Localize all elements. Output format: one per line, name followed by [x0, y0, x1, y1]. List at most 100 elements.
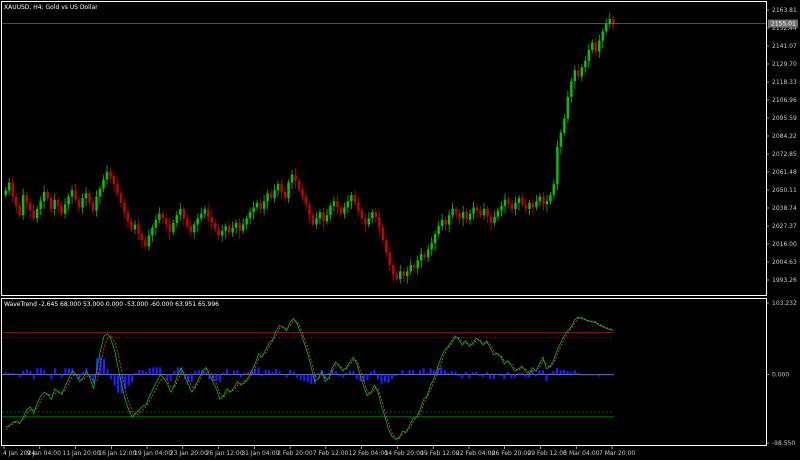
candle-body — [175, 215, 179, 224]
candle-body — [563, 118, 566, 133]
price-tick-label: 2027.37 — [772, 223, 797, 230]
candle-body — [46, 191, 49, 199]
candle-body — [472, 207, 475, 214]
candle-body — [552, 184, 556, 195]
candle-body — [186, 218, 189, 227]
candle-body — [8, 182, 11, 191]
candle-body — [332, 201, 336, 206]
price-tick-label: 1993.26 — [772, 277, 797, 284]
price-tick-label: 2106.96 — [772, 97, 797, 104]
candle-body — [608, 18, 611, 24]
candle-body — [126, 212, 130, 222]
candle-body — [77, 199, 81, 208]
time-tick-label: 23 Jan 20:00 — [170, 450, 208, 457]
candle-body — [451, 208, 454, 216]
price-tick-label: 2038.74 — [772, 205, 797, 212]
candle-body — [248, 212, 252, 219]
candle-body — [28, 202, 32, 211]
candle-body — [528, 202, 531, 209]
candle-body — [241, 224, 245, 231]
candle-body — [500, 205, 503, 211]
candle-body — [486, 208, 489, 217]
candle-body — [207, 208, 210, 217]
candle-body — [343, 207, 346, 214]
candle-body — [311, 215, 315, 225]
candle-body — [182, 208, 186, 219]
candle-body — [388, 252, 392, 266]
candle-body — [116, 184, 119, 194]
time-tick-label: 9 Jan 04:00 — [27, 450, 61, 457]
candle-body — [416, 260, 419, 269]
candle-body — [475, 207, 479, 211]
candle-body — [158, 213, 161, 220]
candle-body — [413, 265, 416, 269]
candle-body — [566, 96, 570, 119]
price-tick-label: 2129.70 — [772, 61, 797, 68]
candle-body — [458, 213, 461, 219]
candle-body — [14, 196, 18, 206]
candle-body — [350, 194, 353, 202]
candle-body — [290, 174, 294, 183]
candle-body — [538, 196, 542, 202]
price-tick-label: 2163.81 — [772, 7, 797, 14]
candle-body — [297, 180, 301, 189]
chart-window[interactable]: 2163.812152.442141.072129.702118.332106.… — [0, 0, 800, 460]
candle-body — [193, 224, 196, 233]
indicator-tick-label: -98.550 — [772, 440, 795, 447]
candle-body — [479, 210, 482, 216]
price-tick-label: 2050.11 — [772, 187, 797, 194]
candle-body — [570, 81, 573, 97]
candle-body — [262, 201, 266, 209]
price-tick-label: 2072.85 — [772, 151, 797, 158]
candle-body — [493, 216, 496, 224]
candle-body — [266, 193, 269, 202]
candle-body — [255, 202, 259, 208]
candle-body — [482, 208, 486, 216]
candle-body — [18, 205, 21, 216]
candle-body — [95, 196, 98, 211]
candle-body — [224, 226, 227, 231]
current-price-label: 2155.01 — [771, 21, 796, 28]
candle-body — [231, 227, 234, 233]
candle-body — [168, 224, 172, 233]
time-tick-label: 31 Jan 04:00 — [241, 450, 279, 457]
candle-body — [133, 224, 137, 230]
candle-body — [598, 40, 601, 52]
candle-body — [137, 224, 140, 234]
candle-body — [308, 204, 311, 216]
price-tick-label: 2061.48 — [772, 169, 797, 176]
candle-body — [517, 198, 521, 203]
candle-body — [98, 188, 102, 197]
candle-body — [496, 210, 500, 217]
candle-body — [67, 196, 70, 205]
candle-body — [144, 240, 147, 247]
time-tick-label: 2 Feb 20:00 — [277, 450, 313, 457]
indicator-tick-label: 103.232 — [772, 300, 797, 307]
candle-body — [276, 184, 280, 191]
candle-body — [200, 213, 203, 219]
candle-body — [545, 201, 549, 205]
candle-body — [594, 42, 598, 52]
candle-body — [510, 204, 514, 209]
candle-body — [371, 212, 374, 219]
candle-body — [364, 218, 367, 225]
candle-body — [196, 218, 199, 225]
candle-body — [315, 218, 318, 225]
candle-body — [60, 205, 63, 214]
candle-body — [521, 198, 524, 205]
candle-body — [402, 271, 405, 276]
candle-body — [123, 202, 126, 213]
indicator-header: WaveTrend -2.645 68.000 53.000 0.000 -53… — [4, 301, 219, 308]
candle-body — [259, 202, 262, 209]
time-tick-label: 5 Mar 04:00 — [563, 450, 599, 457]
candle-body — [507, 199, 510, 205]
candle-body — [147, 235, 151, 247]
candle-body — [580, 67, 584, 77]
candle-body — [514, 202, 517, 209]
time-tick-label: 14 Feb 20:00 — [384, 450, 424, 457]
candle-body — [433, 233, 437, 244]
candle-body — [245, 218, 248, 225]
candle-body — [440, 219, 444, 227]
candle-body — [105, 171, 109, 180]
candle-body — [238, 223, 241, 231]
